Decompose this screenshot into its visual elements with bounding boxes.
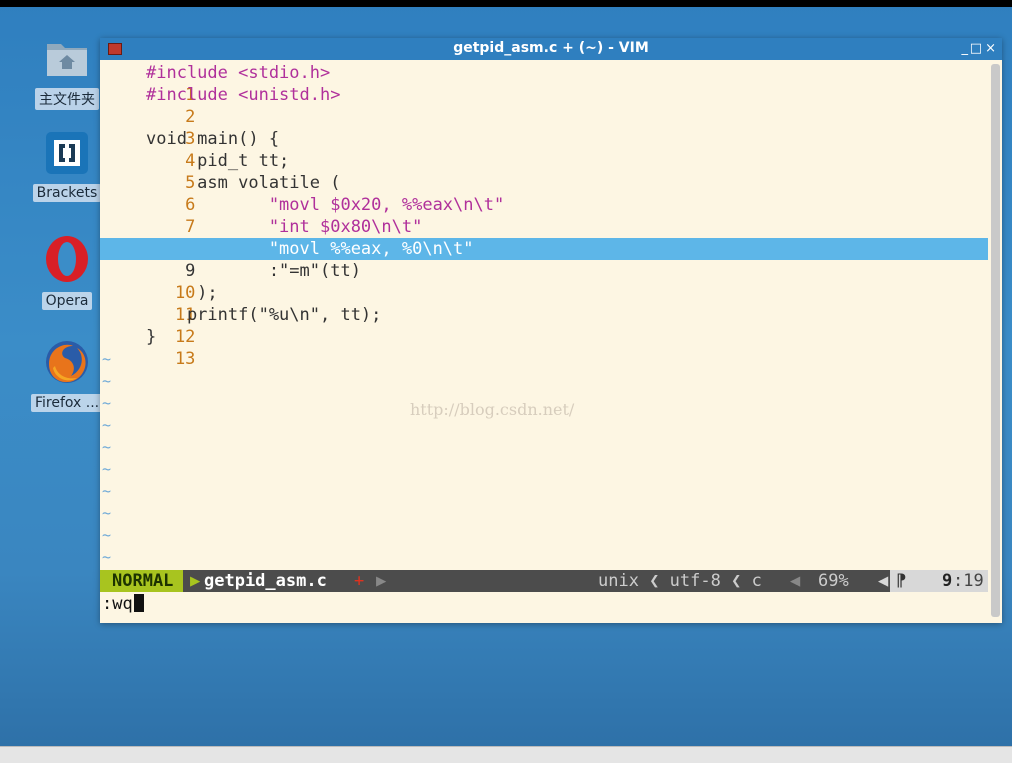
separator-arrow-icon: ▶: [190, 571, 201, 591]
desktop-icon-label: Firefox ...: [31, 394, 104, 412]
empty-line-marker: ~: [102, 482, 112, 500]
status-line: NORMAL ▶ getpid_asm.c + ▶ unix ❮ utf-8 ❮…: [100, 570, 988, 592]
separator-arrow-icon: ◀: [878, 571, 889, 591]
desktop-icon-opera[interactable]: Opera: [31, 234, 103, 310]
cursor-line: 9: [942, 571, 953, 591]
modified-flag: +: [354, 571, 365, 591]
empty-line-marker: ~: [102, 504, 112, 522]
top-panel: [0, 0, 1012, 7]
minimize-button[interactable]: _: [962, 41, 969, 56]
desktop-icon-firefox[interactable]: Firefox ...: [31, 338, 104, 412]
empty-line-marker: ~: [102, 460, 112, 478]
opera-icon: [46, 236, 88, 282]
bottom-panel: [0, 746, 1012, 763]
editor-area[interactable]: 1 #include <stdio.h> 2 #include <unistd.…: [100, 60, 988, 570]
code-line: 5 pid_t tt;: [100, 150, 988, 193]
code-line: 1 #include <stdio.h>: [100, 62, 988, 105]
mode-indicator: NORMAL: [100, 570, 184, 592]
desktop-icon-home[interactable]: 主文件夹: [31, 36, 103, 110]
command-line[interactable]: :wq: [102, 594, 144, 614]
code-line: 3: [100, 106, 988, 149]
close-button[interactable]: ×: [985, 41, 996, 56]
code-line: 12 printf("%u\n", tt);: [100, 304, 988, 347]
line-text: "movl %%eax, %0\n\t": [146, 239, 474, 259]
code-line: 13 }: [100, 326, 988, 369]
status-filename: getpid_asm.c: [204, 571, 327, 591]
empty-line-marker: ~: [102, 438, 112, 456]
home-folder-icon: [47, 44, 87, 76]
cursor-column: :19: [953, 571, 984, 591]
line-text: :"=m"(tt): [146, 261, 361, 281]
code-line: 11 );: [100, 282, 988, 325]
empty-line-marker: ~: [102, 350, 112, 368]
line-text: pid_t tt;: [146, 151, 290, 171]
window-title: getpid_asm.c + (~) - VIM: [453, 40, 649, 56]
desktop-icon-label: Brackets: [32, 184, 102, 202]
firefox-icon: [46, 341, 88, 383]
status-fileformat: unix ❮ utf-8 ❮ c: [598, 571, 762, 591]
line-text: #include <stdio.h>: [146, 63, 331, 83]
separator-arrow-icon: ◀: [790, 571, 801, 591]
line-number: 13: [174, 349, 196, 369]
brackets-icon: [46, 132, 88, 174]
desktop-icon-brackets[interactable]: Brackets: [31, 130, 103, 202]
line-text: printf("%u\n", tt);: [146, 305, 382, 325]
window-titlebar[interactable]: getpid_asm.c + (~) - VIM _ □ ×: [100, 38, 1002, 60]
vim-window[interactable]: getpid_asm.c + (~) - VIM _ □ × 1 #includ…: [100, 38, 1002, 623]
status-position: ◀ ⁋ 9 :19: [878, 570, 988, 592]
line-text: );: [146, 283, 218, 303]
separator-arrow-icon: ▶: [376, 571, 387, 591]
code-line: 6 asm volatile (: [100, 172, 988, 215]
line-number-icon: ⁋: [896, 571, 907, 591]
line-text: void main() {: [146, 129, 280, 149]
line-text: "movl $0x20, %%eax\n\t": [146, 195, 505, 215]
watermark: http://blog.csdn.net/: [410, 400, 575, 419]
empty-line-marker: ~: [102, 548, 112, 566]
empty-line-marker: ~: [102, 372, 112, 390]
code-line-current: 9 "movl %%eax, %0\n\t": [100, 238, 988, 281]
command-text: :wq: [102, 594, 133, 614]
empty-line-marker: ~: [102, 394, 112, 412]
maximize-button[interactable]: □: [970, 41, 982, 56]
code-line: 7 "movl $0x20, %%eax\n\t": [100, 194, 988, 237]
empty-line-marker: ~: [102, 416, 112, 434]
desktop-icon-label: Opera: [41, 292, 93, 310]
code-line: 8 "int $0x80\n\t": [100, 216, 988, 259]
code-line: 10 :"=m"(tt): [100, 260, 988, 303]
vertical-scrollbar[interactable]: [991, 64, 1000, 617]
empty-line-marker: ~: [102, 526, 112, 544]
code-line: 4 void main() {: [100, 128, 988, 171]
text-cursor: [133, 594, 144, 612]
desktop-icon-label: 主文件夹: [35, 88, 99, 110]
line-text: #include <unistd.h>: [146, 85, 341, 105]
status-percent: 69%: [818, 571, 849, 591]
line-text: }: [146, 327, 157, 347]
line-text: "int $0x80\n\t": [146, 217, 423, 237]
line-text: asm volatile (: [146, 173, 341, 193]
code-line: 2 #include <unistd.h>: [100, 84, 988, 127]
